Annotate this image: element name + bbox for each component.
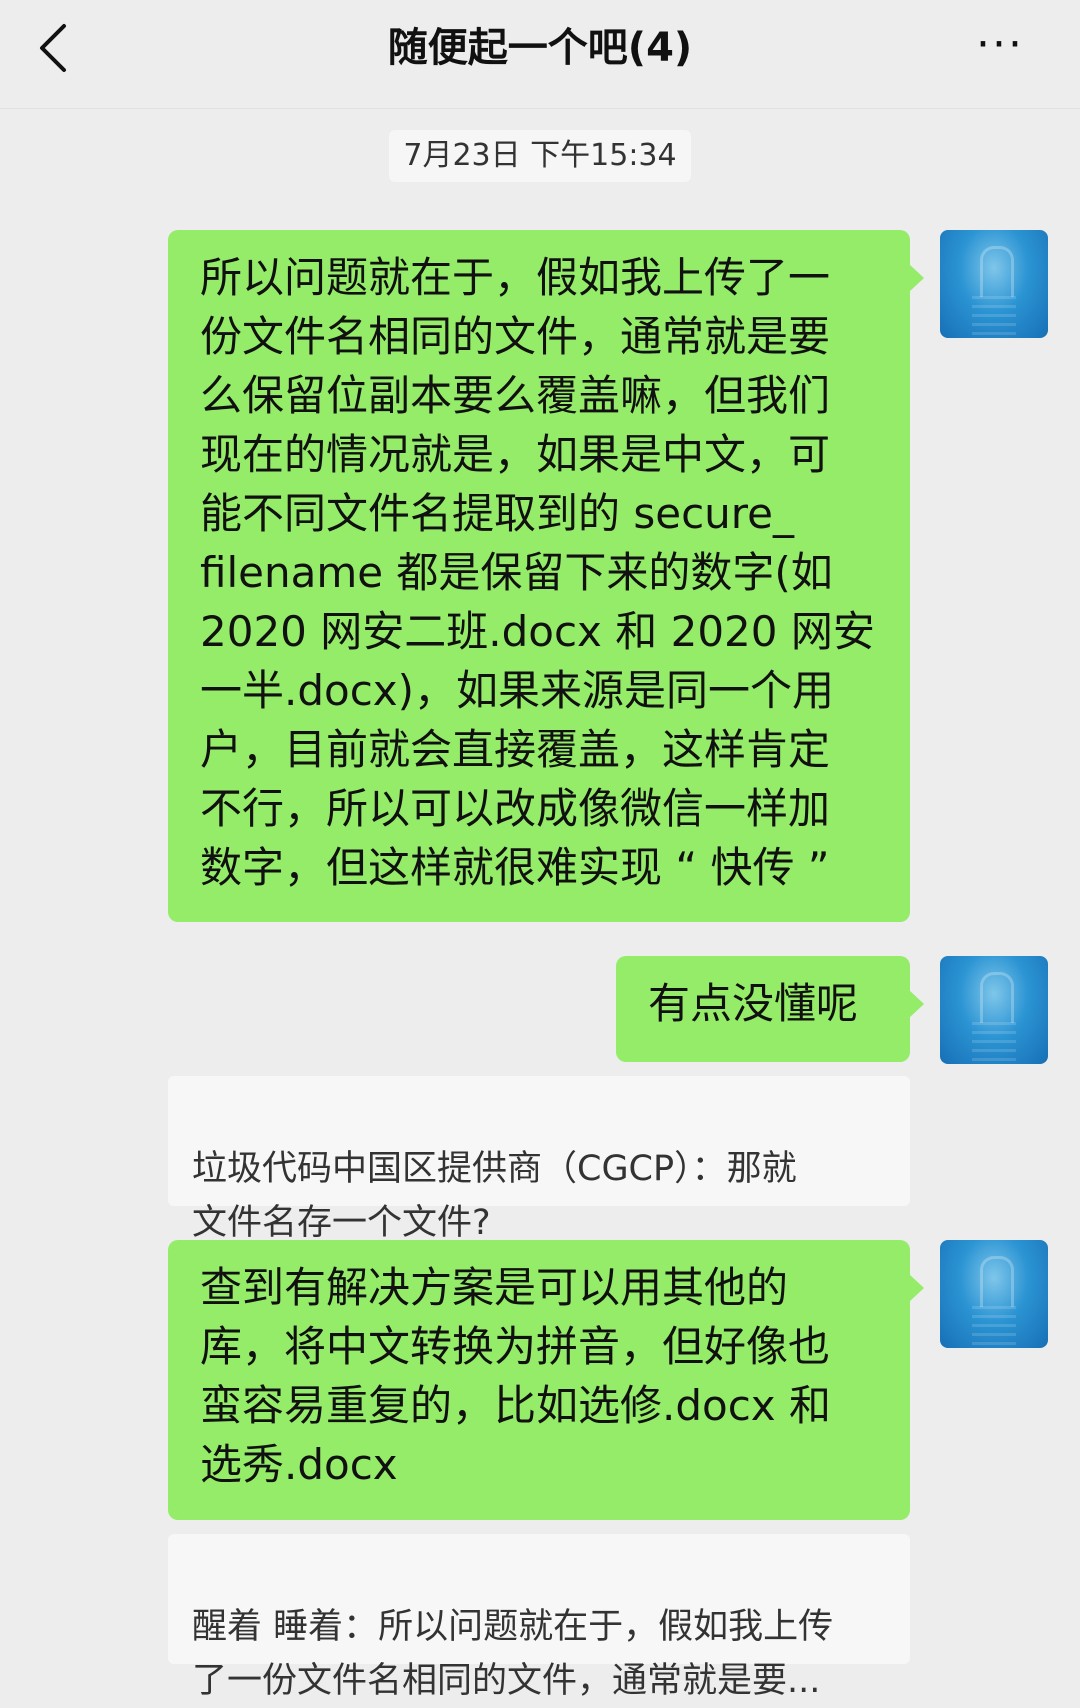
quoted-message[interactable]: 醒着 睡着：所以问题就在于，假如我上传 了一份文件名相同的文件，通常就是要... bbox=[168, 1534, 910, 1701]
chat-header: 随便起一个吧(4) ··· bbox=[0, 0, 1080, 109]
avatar-image bbox=[980, 1256, 1014, 1307]
quoted-text: 醒着 睡着：所以问题就在于，假如我上传 了一份文件名相同的文件，通常就是要... bbox=[192, 1607, 834, 1701]
message-text: 所以问题就在于，假如我上传了一 份文件名相同的文件，通常就是要 么保留位副本要么… bbox=[200, 253, 875, 892]
message-bubble[interactable]: 所以问题就在于，假如我上传了一 份文件名相同的文件，通常就是要 么保留位副本要么… bbox=[168, 230, 924, 922]
more-options-button[interactable]: ··· bbox=[968, 23, 1032, 70]
quoted-message[interactable]: 垃圾代码中国区提供商（CGCP）：那就 文件名存一个文件? bbox=[168, 1076, 910, 1243]
chat-title: 随便起一个吧(4) bbox=[387, 25, 693, 71]
message-text: 有点没懂呢 bbox=[648, 979, 859, 1028]
avatar-image bbox=[980, 972, 1014, 1023]
message-text: 查到有解决方案是可以用其他的 库，将中文转换为拼音，但好像也 蛮容易重复的，比如… bbox=[200, 1263, 832, 1489]
quoted-text: 垃圾代码中国区提供商（CGCP）：那就 文件名存一个文件? bbox=[192, 1149, 797, 1243]
user-avatar[interactable] bbox=[940, 956, 1048, 1064]
message-timestamp: 7月23日 下午15:34 bbox=[389, 130, 691, 182]
message-bubble[interactable]: 有点没懂呢 bbox=[616, 956, 924, 1062]
user-avatar[interactable] bbox=[940, 1240, 1048, 1348]
avatar-image bbox=[980, 246, 1014, 297]
user-avatar[interactable] bbox=[940, 230, 1048, 338]
message-bubble[interactable]: 查到有解决方案是可以用其他的 库，将中文转换为拼音，但好像也 蛮容易重复的，比如… bbox=[168, 1240, 924, 1520]
more-dots-icon: ··· bbox=[976, 19, 1024, 70]
